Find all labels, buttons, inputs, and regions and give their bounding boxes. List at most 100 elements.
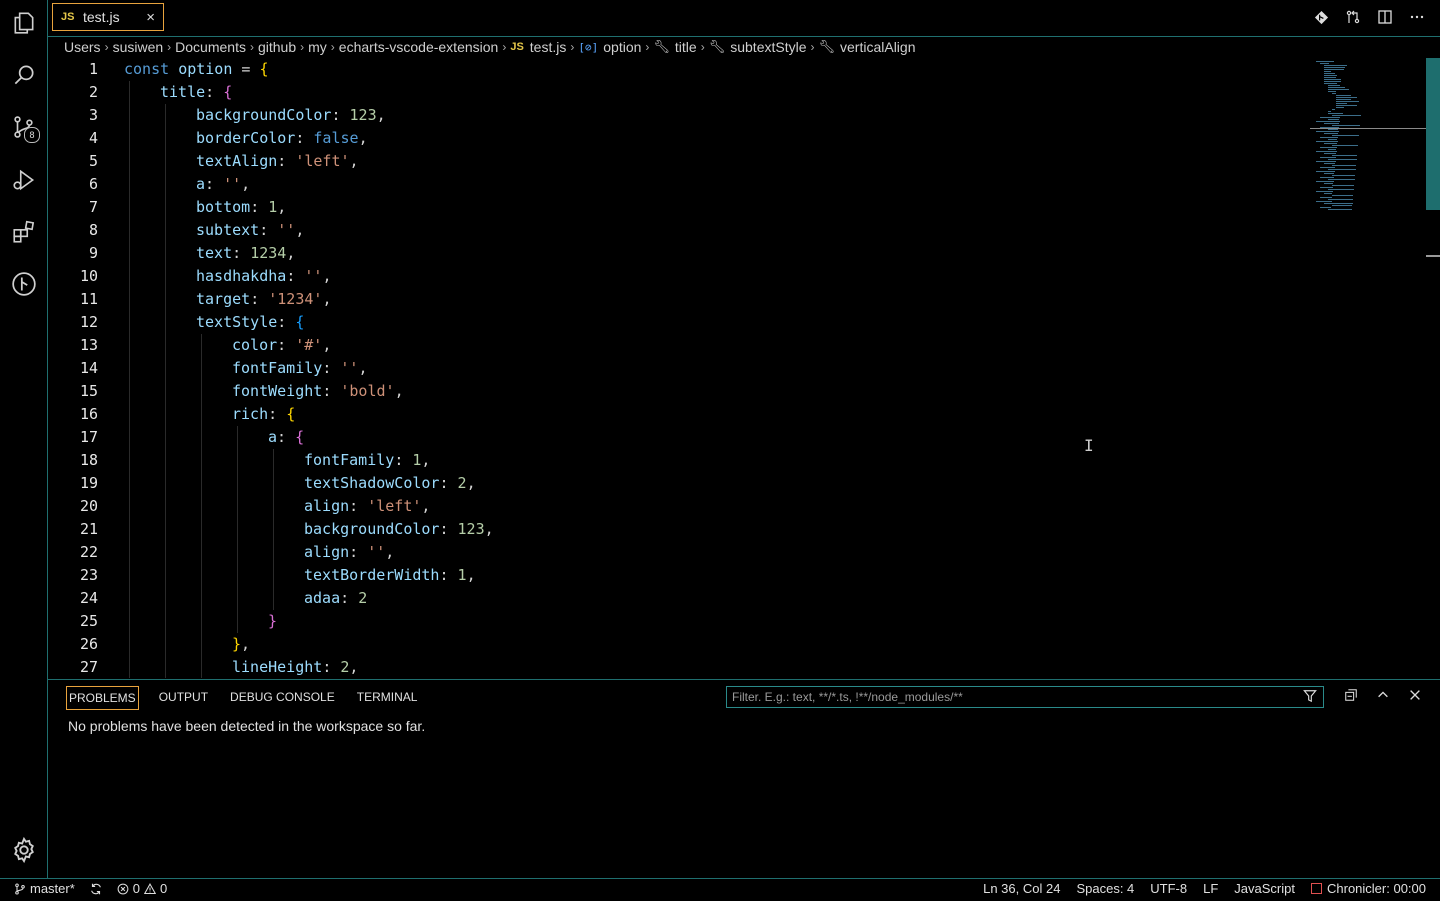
code-token: backgroundColor: [304, 520, 440, 538]
code-line[interactable]: 22 align: '',: [48, 541, 1298, 564]
tab-debug-console[interactable]: DEBUG CONSOLE: [228, 686, 337, 710]
code-editor[interactable]: I 1 const option = {2 title: {3 backgroundC…: [48, 58, 1440, 678]
activity-bar: 8: [0, 0, 48, 878]
code-line[interactable]: 11 target: '1234',: [48, 288, 1298, 311]
tab-test-js[interactable]: JS test.js ×: [52, 3, 164, 31]
breadcrumb-item[interactable]: 🔧︎ title: [653, 39, 696, 55]
tab-close-icon[interactable]: ×: [146, 9, 155, 26]
breadcrumb-item[interactable]: echarts-vscode-extension: [339, 39, 499, 55]
encoding[interactable]: UTF-8: [1150, 881, 1187, 896]
sync-icon[interactable]: [89, 882, 103, 896]
code-line[interactable]: 26},: [48, 633, 1298, 656]
maximize-panel-icon[interactable]: [1376, 688, 1390, 705]
code-line[interactable]: 8 subtext: '',: [48, 219, 1298, 242]
code-line[interactable]: 6 a: '',: [48, 173, 1298, 196]
minimap[interactable]: [1310, 58, 1426, 258]
indentation[interactable]: Spaces: 4: [1076, 881, 1134, 896]
code-text: backgroundColor: 123,: [304, 518, 494, 541]
breadcrumb-separator-icon: ›: [810, 40, 815, 54]
tab-problems[interactable]: PROBLEMS: [66, 686, 139, 710]
code-token: false: [313, 129, 359, 147]
source-control-icon[interactable]: 8: [10, 113, 40, 143]
code-line[interactable]: 1 const option = {: [48, 58, 1298, 81]
collapse-all-icon[interactable]: [1344, 688, 1358, 705]
indent-guide: [165, 587, 166, 610]
code-line[interactable]: 12 textStyle: {: [48, 311, 1298, 334]
breadcrumb-item[interactable]: 🔧︎ verticalAlign: [819, 39, 916, 55]
code-token: option: [178, 60, 242, 78]
vertical-scrollbar-thumb[interactable]: [1426, 58, 1440, 210]
open-changes-icon[interactable]: [1344, 8, 1362, 26]
line-ending[interactable]: LF: [1203, 881, 1218, 896]
indent-guide: [165, 127, 166, 150]
search-icon[interactable]: [10, 61, 38, 89]
breadcrumb-item[interactable]: my: [308, 39, 327, 55]
code-line[interactable]: 13 color: '#',: [48, 334, 1298, 357]
code-line[interactable]: 16 rich: {: [48, 403, 1298, 426]
code-line[interactable]: 20 align: 'left',: [48, 495, 1298, 518]
minimap-line: [1332, 165, 1356, 166]
cursor-position[interactable]: Ln 36, Col 24: [983, 881, 1060, 896]
git-graph-icon[interactable]: [10, 270, 38, 298]
breadcrumb-item[interactable]: 🔧︎ subtextStyle: [709, 39, 807, 55]
run-debug-icon[interactable]: [10, 166, 38, 194]
minimap-line: [1328, 149, 1336, 150]
minimap-line: [1328, 85, 1341, 86]
code-text: rich: {: [232, 403, 295, 426]
problems-filter-input[interactable]: Filter. E.g.: text, **/*.ts, !**/node_mo…: [726, 686, 1324, 708]
breadcrumb-item[interactable]: github: [258, 39, 296, 55]
close-panel-icon[interactable]: [1408, 688, 1422, 705]
code-line[interactable]: 14 fontFamily: '',: [48, 357, 1298, 380]
code-line[interactable]: 9 text: 1234,: [48, 242, 1298, 265]
code-line[interactable]: 3 backgroundColor: 123,: [48, 104, 1298, 127]
code-line[interactable]: 7 bottom: 1,: [48, 196, 1298, 219]
git-diamond-icon[interactable]: [1312, 8, 1330, 26]
settings-gear-icon[interactable]: [10, 836, 38, 864]
breadcrumb-item[interactable]: susiwen: [113, 39, 164, 55]
minimap-line: [1332, 93, 1337, 94]
code-token: {: [259, 60, 269, 78]
breadcrumb-label: verticalAlign: [840, 39, 916, 55]
code-line[interactable]: 21 backgroundColor: 123,: [48, 518, 1298, 541]
code-line[interactable]: 5 textAlign: 'left',: [48, 150, 1298, 173]
language-mode[interactable]: JavaScript: [1234, 881, 1295, 896]
code-line[interactable]: 4 borderColor: false,: [48, 127, 1298, 150]
indent-guide: [165, 380, 166, 403]
breadcrumb-item[interactable]: [⊘] option: [578, 39, 641, 55]
tab-terminal[interactable]: TERMINAL: [355, 686, 420, 710]
tab-output[interactable]: OUTPUT: [157, 686, 210, 710]
indent-guide: [129, 357, 130, 380]
split-editor-icon[interactable]: [1376, 8, 1394, 26]
breadcrumb-item[interactable]: Documents: [175, 39, 246, 55]
code-line[interactable]: 10 hasdhakdha: '',: [48, 265, 1298, 288]
breadcrumb-item[interactable]: JS test.js: [510, 39, 566, 55]
minimap-line: [1316, 191, 1333, 192]
code-line[interactable]: 23 textBorderWidth: 1,: [48, 564, 1298, 587]
code-line[interactable]: 18 fontFamily: 1,: [48, 449, 1298, 472]
code-line[interactable]: 27 lineHeight: 2,: [48, 656, 1298, 678]
code-token: '': [340, 359, 359, 377]
branch-indicator[interactable]: master*: [14, 881, 75, 896]
code-line[interactable]: 15 fontWeight: 'bold',: [48, 380, 1298, 403]
chronicler-status[interactable]: Chronicler: 00:00: [1311, 881, 1426, 896]
filter-icon[interactable]: [1303, 689, 1317, 709]
code-token: ,: [277, 198, 287, 216]
code-line[interactable]: 25}: [48, 610, 1298, 633]
indent-guide: [129, 472, 130, 495]
code-line[interactable]: 24 adaa: 2: [48, 587, 1298, 610]
indent-guide: [129, 610, 130, 633]
indent-guide: [273, 449, 274, 472]
more-actions-icon[interactable]: [1408, 8, 1426, 26]
code-token: ,: [421, 451, 431, 469]
code-line[interactable]: 19 textShadowColor: 2,: [48, 472, 1298, 495]
extensions-icon[interactable]: [10, 218, 38, 246]
indent-guide: [129, 380, 130, 403]
breadcrumb-item[interactable]: Users: [64, 39, 101, 55]
minimap-line: [1324, 79, 1341, 80]
status-bar: master* 0 0 Ln 36, Col 24 Spaces: 4 UTF-…: [0, 878, 1440, 901]
minimap-line: [1332, 185, 1354, 186]
code-line[interactable]: 17 a: {: [48, 426, 1298, 449]
problems-counter[interactable]: 0 0: [117, 881, 167, 896]
code-line[interactable]: 2 title: {: [48, 81, 1298, 104]
explorer-icon[interactable]: [10, 9, 38, 37]
